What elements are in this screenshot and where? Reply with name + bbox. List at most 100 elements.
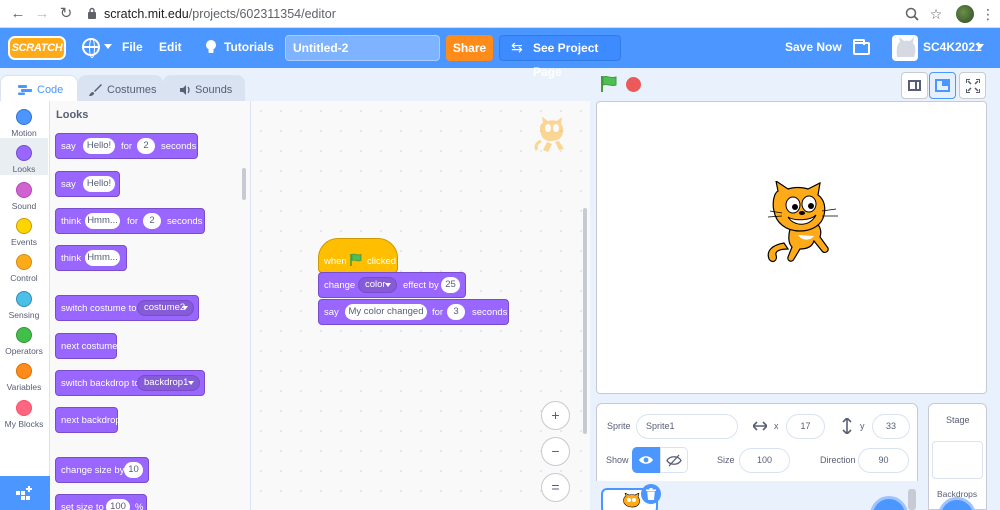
block-text: for: [127, 216, 139, 227]
zoom-reset-button[interactable]: =: [541, 473, 570, 502]
project-title-input[interactable]: [285, 35, 440, 61]
block-next-costume[interactable]: next costume: [55, 333, 118, 359]
edit-menu[interactable]: Edit: [159, 40, 182, 54]
block-text: next costume: [61, 341, 118, 352]
file-menu[interactable]: File: [122, 40, 143, 54]
bookmark-star-icon[interactable]: ☆: [926, 4, 946, 24]
category-variables[interactable]: Variables: [0, 363, 48, 392]
scratch-logo[interactable]: SCRATCH: [8, 36, 66, 60]
stage-canvas[interactable]: [596, 101, 987, 394]
block-text: for: [121, 141, 133, 152]
zoom-page-icon[interactable]: [905, 7, 919, 21]
sprite-name-input[interactable]: Sprite1: [636, 414, 738, 439]
sound-dot-icon: [16, 182, 32, 198]
category-motion[interactable]: Motion: [0, 109, 48, 138]
block-say-for-seconds-script[interactable]: say My color changed for 3 seconds: [318, 299, 509, 325]
fullscreen-button[interactable]: [959, 72, 986, 99]
block-text: next backdrop: [61, 415, 121, 426]
zoom-in-button[interactable]: +: [541, 401, 570, 430]
block-when-flag-clicked[interactable]: when clicked: [318, 238, 398, 273]
username-menu[interactable]: SC4K2021: [923, 40, 982, 54]
horizontal-arrows-icon: [753, 421, 767, 431]
normal-stage-button[interactable]: [929, 72, 956, 99]
block-next-backdrop[interactable]: next backdrop: [55, 407, 121, 433]
y-input[interactable]: 33: [872, 414, 910, 439]
block-input[interactable]: 2: [137, 138, 155, 154]
block-input[interactable]: Hmm...: [85, 213, 120, 229]
small-stage-button[interactable]: [901, 72, 928, 99]
block-input[interactable]: Hmm...: [85, 250, 120, 266]
save-now-button[interactable]: Save Now: [785, 40, 842, 54]
category-events[interactable]: Events: [0, 218, 48, 247]
url-domain: scratch.mit.edu: [104, 7, 189, 21]
direction-input[interactable]: 90: [858, 448, 909, 473]
category-looks[interactable]: Looks: [0, 145, 48, 174]
tab-costumes[interactable]: Costumes: [78, 75, 163, 102]
forward-icon[interactable]: →: [32, 4, 52, 24]
my-stuff-folder-icon[interactable]: [853, 39, 870, 55]
block-change-effect[interactable]: change color effect by 25: [318, 272, 466, 298]
size-input[interactable]: 100: [739, 448, 790, 473]
block-set-size[interactable]: set size to 100 %: [55, 494, 147, 510]
motion-dot-icon: [16, 109, 32, 125]
show-hidden-toggle[interactable]: [660, 447, 688, 473]
tab-code[interactable]: Code: [0, 75, 78, 102]
share-button[interactable]: Share: [446, 35, 493, 61]
block-input[interactable]: Hello!: [83, 176, 115, 192]
browser-profile-avatar[interactable]: [956, 5, 974, 23]
block-text: %: [135, 502, 144, 510]
category-sensing[interactable]: Sensing: [0, 291, 48, 320]
user-avatar[interactable]: [892, 35, 918, 61]
category-control[interactable]: Control: [0, 254, 48, 283]
green-flag-run-icon[interactable]: [600, 75, 618, 93]
show-visible-toggle[interactable]: [632, 447, 660, 473]
block-say-for-seconds[interactable]: say Hello! for 2 seconds: [55, 133, 198, 159]
category-label: Sensing: [8, 310, 40, 320]
workspace-scrollbar[interactable]: [583, 208, 587, 434]
block-switch-backdrop[interactable]: switch backdrop to backdrop1: [55, 370, 205, 396]
category-sound[interactable]: Sound: [0, 182, 48, 211]
sprite-list-scrollbar[interactable]: [908, 489, 916, 510]
sensing-dot-icon: [16, 291, 32, 307]
x-input[interactable]: 17: [786, 414, 825, 439]
lock-icon: [88, 7, 96, 19]
my-blocks-dot-icon: [16, 400, 32, 416]
palette-scrollbar[interactable]: [242, 168, 246, 200]
browser-menu-icon[interactable]: ⋮: [978, 4, 998, 24]
stage-thumbnail[interactable]: [932, 441, 983, 479]
block-input[interactable]: 10: [124, 462, 143, 478]
block-text: clicked: [367, 256, 397, 267]
zoom-out-button[interactable]: −: [541, 437, 570, 466]
block-input[interactable]: 2: [143, 213, 161, 229]
block-change-size[interactable]: change size by 10: [55, 457, 149, 483]
costume-dropdown[interactable]: costume2: [137, 300, 194, 316]
block-input[interactable]: Hello!: [83, 138, 115, 154]
block-input[interactable]: 100: [106, 499, 130, 510]
back-icon[interactable]: ←: [8, 4, 28, 24]
scratch-cat-sprite[interactable]: [764, 181, 844, 267]
block-switch-costume[interactable]: switch costume to costume2: [55, 295, 199, 321]
block-think[interactable]: think Hmm...: [55, 245, 127, 271]
add-extension-icon: [16, 486, 32, 500]
language-globe-icon[interactable]: [82, 38, 100, 58]
block-input[interactable]: My color changed: [345, 304, 427, 320]
tab-sounds[interactable]: Sounds: [163, 75, 245, 102]
delete-sprite-button[interactable]: [641, 484, 661, 504]
category-operators[interactable]: Operators: [0, 327, 48, 356]
effect-dropdown[interactable]: color: [358, 277, 397, 293]
tutorials-menu[interactable]: Tutorials: [224, 40, 274, 54]
reload-icon[interactable]: ↻: [56, 4, 76, 24]
backdrop-dropdown[interactable]: backdrop1: [137, 375, 200, 391]
block-input[interactable]: 3: [447, 304, 465, 320]
stop-icon[interactable]: [626, 77, 641, 92]
address-bar[interactable]: scratch.mit.edu/projects/602311354/edito…: [104, 7, 336, 21]
block-input[interactable]: 25: [441, 277, 460, 293]
fullscreen-icon: [966, 79, 980, 93]
block-text: say: [324, 307, 339, 318]
green-flag-icon: [350, 253, 362, 266]
block-say[interactable]: say Hello!: [55, 171, 120, 197]
block-text: effect by: [403, 280, 439, 291]
block-think-for-seconds[interactable]: think Hmm... for 2 seconds: [55, 208, 205, 234]
sprite-thumb-cat-icon: [623, 493, 640, 508]
category-my-blocks[interactable]: My Blocks: [0, 400, 48, 429]
